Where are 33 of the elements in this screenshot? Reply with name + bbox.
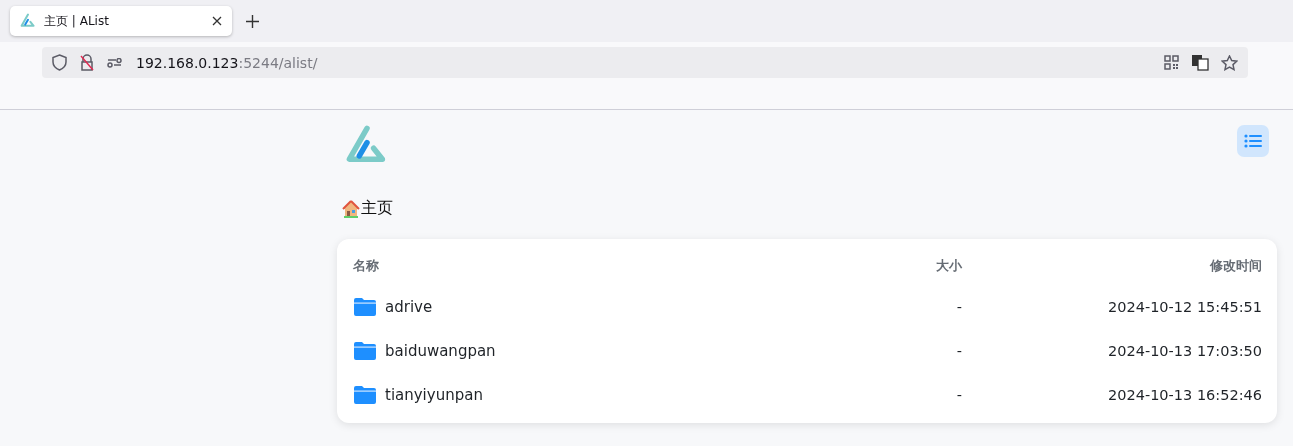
size-cell-text: -: [955, 387, 962, 403]
size-cell-text: -: [955, 299, 962, 315]
new-tab-icon[interactable]: [246, 14, 259, 28]
list-view-button[interactable]: [1237, 125, 1269, 157]
modified-cell-text: 2024-10-13 16:52:46: [1107, 387, 1262, 403]
house-icon: [342, 199, 360, 218]
browser-tab[interactable]: 主页 | AList: [10, 6, 232, 36]
url-path: :5244/alist/: [238, 54, 319, 71]
url-host: 192.168.0.123: [136, 54, 239, 71]
translate-icon[interactable]: [1191, 54, 1209, 71]
breadcrumb-link[interactable]: 主页: [361, 198, 393, 219]
column-header[interactable]: 修改时间: [962, 257, 1262, 275]
tab-title: 主页 | AList: [44, 12, 110, 30]
modified-cell-text: 2024-10-13 17:03:50: [1107, 343, 1262, 359]
list-icon: [1244, 134, 1262, 148]
column-header[interactable]: 名称: [353, 257, 732, 275]
shield-icon[interactable]: [52, 54, 67, 71]
star-icon[interactable]: [1221, 54, 1238, 71]
qr-code-icon[interactable]: [1164, 55, 1179, 70]
favicon-icon: [20, 13, 36, 29]
permissions-icon[interactable]: [107, 57, 122, 68]
modified-cell-text: 2024-10-12 15:45:51: [1107, 299, 1262, 315]
folder-icon: [353, 341, 377, 361]
file-name[interactable]: baiduwangpan: [385, 342, 496, 360]
folder-icon: [353, 297, 377, 317]
folder-icon: [353, 385, 377, 405]
close-icon[interactable]: [212, 16, 222, 26]
address-bar[interactable]: 192.168.0.123:5244/alist/: [42, 47, 1248, 78]
size-cell-text: -: [955, 343, 962, 359]
file-name[interactable]: tianyiyunpan: [385, 386, 483, 404]
file-name[interactable]: adrive: [385, 298, 433, 316]
lock-icon[interactable]: [79, 54, 95, 71]
column-header[interactable]: 大小: [732, 257, 962, 275]
